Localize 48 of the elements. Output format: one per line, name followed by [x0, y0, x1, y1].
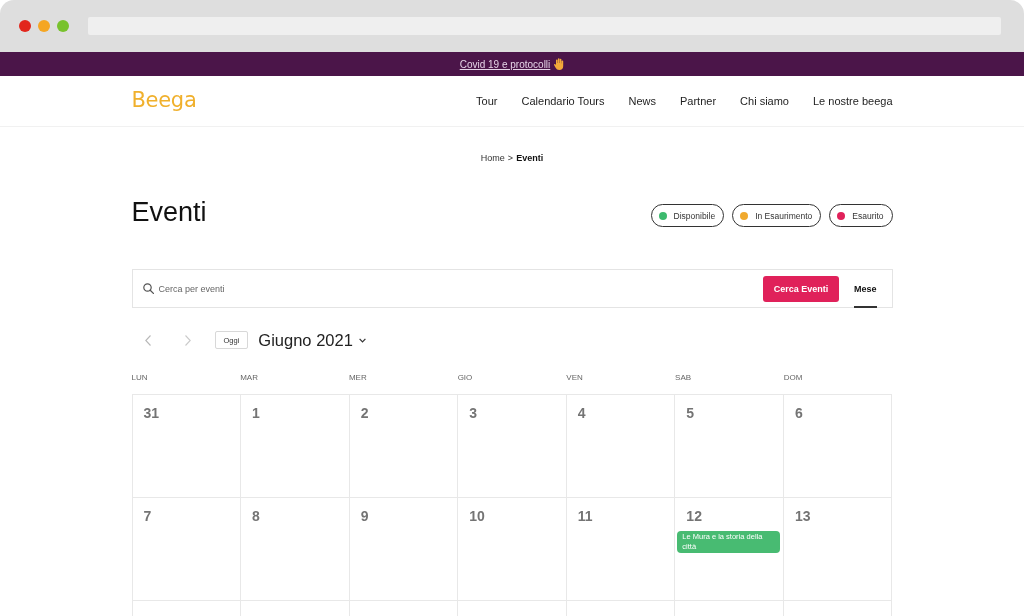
- day-number: 13: [793, 508, 811, 524]
- day-number: 11: [576, 508, 593, 524]
- weekday-label: SAB: [675, 372, 693, 384]
- nav-link[interactable]: Tour: [476, 95, 498, 107]
- chevron-right-icon[interactable]: [184, 334, 191, 346]
- day-number: 4: [576, 405, 586, 421]
- day-number: 6: [793, 405, 803, 421]
- day-number: 5: [685, 405, 695, 421]
- day-number: 1: [251, 405, 260, 421]
- nav-link[interactable]: Partner: [680, 95, 717, 107]
- legend-label: In Esaurimento: [755, 210, 813, 221]
- nav-link[interactable]: Chi siamo: [740, 95, 789, 107]
- weekday-label: GIO: [457, 372, 474, 384]
- caret-icon: [358, 337, 366, 343]
- search-button[interactable]: Cerca Eventi: [763, 275, 839, 302]
- breadcrumb-item: Eventi: [516, 152, 544, 164]
- weekday-label: VEN: [566, 372, 584, 384]
- minimize-icon[interactable]: [38, 20, 50, 32]
- page-title: Eventi: [131, 197, 207, 227]
- search-bar[interactable]: Cerca per eventi Cerca Eventi Mese: [131, 269, 893, 308]
- covid-link[interactable]: Covid 19 e protocolli: [459, 58, 551, 70]
- breadcrumb-item[interactable]: Home: [480, 152, 505, 164]
- nav-link[interactable]: Le nostre beega: [813, 95, 893, 107]
- day-number: 8: [251, 508, 260, 524]
- nav-link[interactable]: News: [628, 95, 656, 107]
- chevron-left-icon[interactable]: [144, 334, 151, 346]
- weekday-label: LUN: [131, 372, 149, 384]
- legend-label: Esaurito: [852, 210, 884, 221]
- weekday-label: MAR: [240, 372, 259, 384]
- weekday-label: DOM: [783, 372, 804, 384]
- view-tab[interactable]: Mese: [854, 270, 877, 308]
- day-number: 10: [468, 508, 485, 524]
- search-field[interactable]: Cerca per eventi: [153, 270, 763, 307]
- day-number: 2: [359, 405, 369, 421]
- hand-icon: [554, 58, 565, 70]
- nav-link[interactable]: Calendario Tours: [521, 95, 605, 107]
- close-icon[interactable]: [19, 20, 31, 32]
- weekday-label: MER: [348, 372, 368, 384]
- day-number: 7: [142, 508, 152, 524]
- day-number: 31: [142, 405, 160, 421]
- breadcrumb-separator: >: [507, 152, 514, 164]
- day-number: 12: [685, 508, 702, 524]
- day-number: 9: [359, 508, 369, 524]
- day-number: 3: [468, 405, 477, 421]
- legend-label: Disponibile: [673, 210, 716, 221]
- maximize-icon[interactable]: [57, 20, 69, 32]
- search-icon: [142, 283, 154, 294]
- month-selector[interactable]: Giugno 2021: [258, 330, 366, 350]
